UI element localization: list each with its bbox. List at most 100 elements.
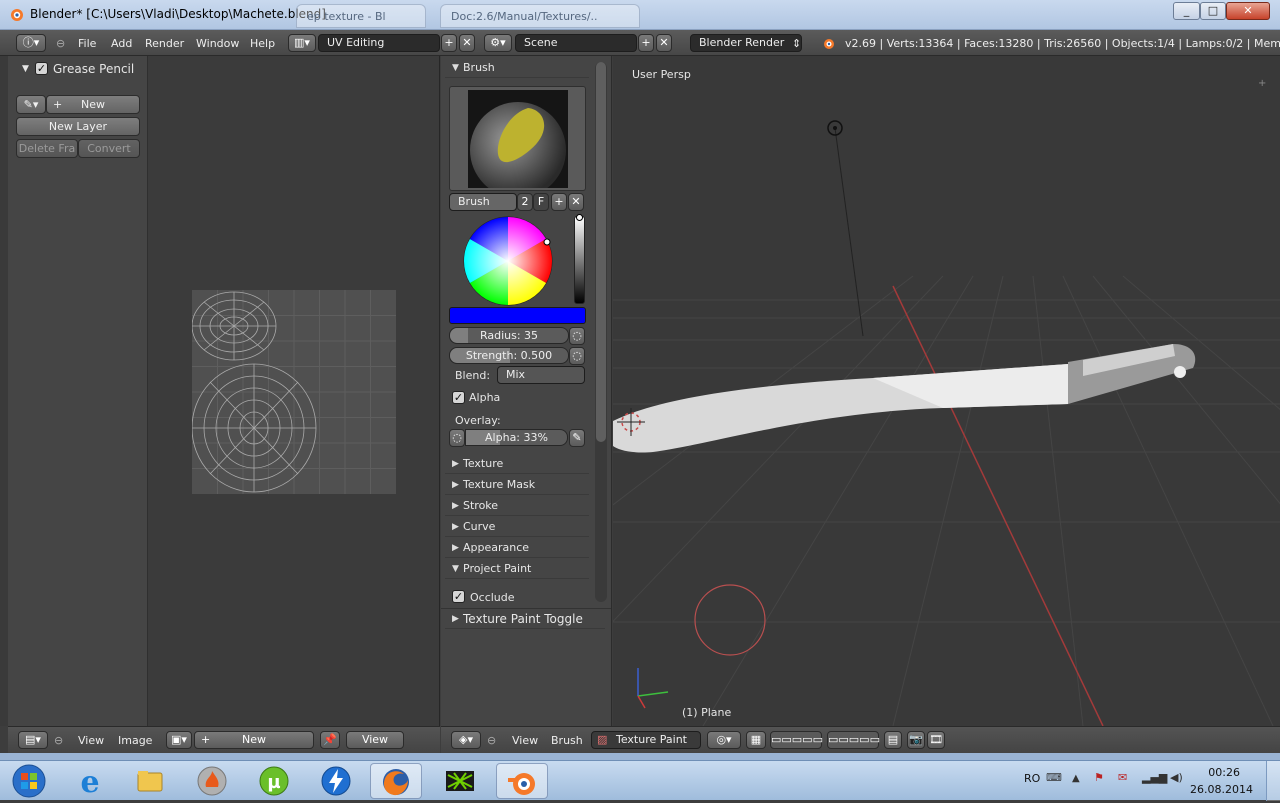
image-browse-icon[interactable]: ▣▾ [166, 731, 192, 749]
language-indicator[interactable]: RO [1024, 772, 1040, 785]
viewport-shading-icon[interactable]: ◎▾ [707, 731, 741, 749]
uv-menu-image[interactable]: Image [118, 734, 152, 747]
fake-user-toggle[interactable]: F [533, 193, 549, 211]
editor-type-info-icon[interactable]: ⓘ▾ [16, 34, 46, 52]
menu-add[interactable]: Add [111, 37, 132, 50]
alpha-checkbox[interactable]: ✓ [452, 391, 465, 404]
uv-view-select[interactable]: View [346, 731, 404, 749]
add-screen-button[interactable]: + [441, 34, 457, 52]
mode-label: Texture Paint [616, 733, 687, 746]
render-animation-icon[interactable]: 🎞 [927, 731, 945, 749]
collapse-menu-icon[interactable]: ⊖ [54, 734, 63, 747]
close-button[interactable]: ✕ [1226, 2, 1270, 20]
utorrent-icon[interactable]: µ [248, 763, 300, 799]
brush-name-field[interactable]: Brush [449, 193, 517, 211]
project-paint-panel-header[interactable]: ▼ Project Paint [445, 559, 589, 579]
grease-pencil-icon[interactable]: ✎▾ [16, 95, 46, 114]
menu-help[interactable]: Help [250, 37, 275, 50]
brush-panel-header[interactable]: ▼ Brush [445, 58, 589, 78]
texture-panel-header[interactable]: ▶ Texture [445, 454, 589, 474]
stroke-panel-header[interactable]: ▶ Stroke [445, 496, 589, 516]
new-grease-pencil-button[interactable]: + New [46, 95, 140, 114]
brush-preview[interactable] [449, 86, 586, 191]
new-image-button[interactable]: + New [194, 731, 314, 749]
clock-time[interactable]: 00:26 [1200, 766, 1240, 779]
show-hidden-icons-icon[interactable]: ▲ [1072, 773, 1080, 784]
blend-select[interactable]: Mix [497, 366, 585, 384]
remove-brush-button[interactable]: ✕ [568, 193, 584, 211]
add-brush-button[interactable]: + [551, 193, 567, 211]
occlude-checkbox[interactable]: ✓ [452, 590, 465, 603]
texture-mask-panel-header[interactable]: ▶ Texture Mask [445, 475, 589, 495]
network-signal-icon[interactable]: ▂▄▆ [1142, 771, 1167, 784]
uv-menu-view[interactable]: View [78, 734, 104, 747]
screen-layout-field[interactable]: UV Editing [318, 34, 440, 52]
brush-users-count: 2 [517, 193, 533, 211]
download-accelerator-icon[interactable] [310, 763, 362, 799]
maximize-button[interactable]: □ [1200, 2, 1226, 20]
firefox-icon[interactable] [370, 763, 422, 799]
color-picker-handle[interactable] [543, 238, 551, 246]
burn-app-icon[interactable] [186, 763, 238, 799]
keyboard-icon[interactable]: ⌨ [1046, 771, 1062, 784]
internet-explorer-icon[interactable]: e [64, 763, 116, 800]
menu-window[interactable]: Window [196, 37, 239, 50]
3d-viewport[interactable]: User Persp (1) Plane + [613, 56, 1280, 726]
appearance-panel-header[interactable]: ▶ Appearance [445, 538, 589, 558]
screen-layout-icon[interactable]: ▥▾ [288, 34, 316, 52]
brush-color-swatch[interactable] [449, 307, 586, 324]
editor-type-3d-icon[interactable]: ◈▾ [451, 731, 481, 749]
radius-slider[interactable]: Radius: 35 [449, 327, 569, 344]
overlay-color-icon[interactable]: ✎ [569, 429, 585, 447]
uv-editor[interactable] [148, 56, 440, 726]
editor-type-uv-icon[interactable]: ▤▾ [18, 731, 48, 749]
scene-icon[interactable]: ⚙▾ [484, 34, 512, 52]
file-explorer-icon[interactable] [124, 763, 176, 799]
show-desktop-button[interactable] [1266, 761, 1280, 801]
tray-app-icon[interactable]: ✉ [1118, 771, 1127, 784]
menu-render[interactable]: Render [145, 37, 184, 50]
clock-date[interactable]: 26.08.2014 [1190, 783, 1253, 796]
volume-icon[interactable]: ◀) [1170, 771, 1183, 784]
render-engine-select[interactable]: Blender Render [690, 34, 802, 52]
remove-scene-button[interactable]: ✕ [656, 34, 672, 52]
layer-lock-icon[interactable]: ▤ [884, 731, 902, 749]
toolshelf-toggle-icon[interactable]: + [1258, 78, 1266, 89]
convert-button[interactable]: Convert [78, 139, 140, 158]
grease-pencil-checkbox[interactable]: ✓ [35, 62, 48, 75]
start-button[interactable] [2, 763, 56, 799]
radius-pressure-icon[interactable]: ◌ [569, 327, 585, 345]
3d-menu-view[interactable]: View [512, 734, 538, 747]
action-center-flag-icon[interactable]: ⚑ [1094, 771, 1104, 784]
layer-buttons-1[interactable]: ▭▭▭▭▭ [770, 731, 823, 749]
strength-slider[interactable]: Strength: 0.500 [449, 347, 569, 364]
texture-paint-toggle-header[interactable]: ▶ Texture Paint Toggle [445, 609, 605, 629]
add-scene-button[interactable]: + [638, 34, 654, 52]
delete-frame-button[interactable]: Delete Fra [16, 139, 78, 158]
mode-select[interactable]: ▨ Texture Paint [591, 731, 701, 749]
panel-scrollbar[interactable] [595, 62, 607, 602]
value-slider[interactable] [574, 216, 585, 304]
strength-pressure-icon[interactable]: ◌ [569, 347, 585, 365]
blender-taskbar-icon[interactable] [496, 763, 548, 799]
face-mask-icon[interactable]: ▦ [746, 731, 766, 749]
menu-file[interactable]: File [78, 37, 96, 50]
minimize-button[interactable]: _ [1173, 2, 1200, 20]
collapse-menu-icon[interactable]: ⊖ [487, 734, 496, 747]
window-bottom-border [0, 753, 1280, 760]
new-layer-button[interactable]: New Layer [16, 117, 140, 136]
curve-panel-header[interactable]: ▶ Curve [445, 517, 589, 537]
panel-collapse-icon[interactable]: ▼ [22, 64, 29, 74]
overlay-alpha-slider[interactable]: Alpha: 33% [465, 429, 568, 446]
pin-icon[interactable]: 📌 [320, 731, 340, 749]
layer-buttons-2[interactable]: ▭▭▭▭▭ [827, 731, 880, 749]
value-slider-handle[interactable] [576, 214, 583, 221]
overlay-toggle-icon[interactable]: ◌ [449, 429, 465, 447]
3d-menu-brush[interactable]: Brush [551, 734, 583, 747]
color-wheel[interactable] [463, 216, 553, 306]
nvidia-app-icon[interactable] [434, 763, 486, 799]
render-still-icon[interactable]: 📷 [907, 731, 925, 749]
collapse-menu-icon[interactable]: ⊖ [56, 37, 65, 50]
scene-field[interactable]: Scene [515, 34, 637, 52]
remove-screen-button[interactable]: ✕ [459, 34, 475, 52]
